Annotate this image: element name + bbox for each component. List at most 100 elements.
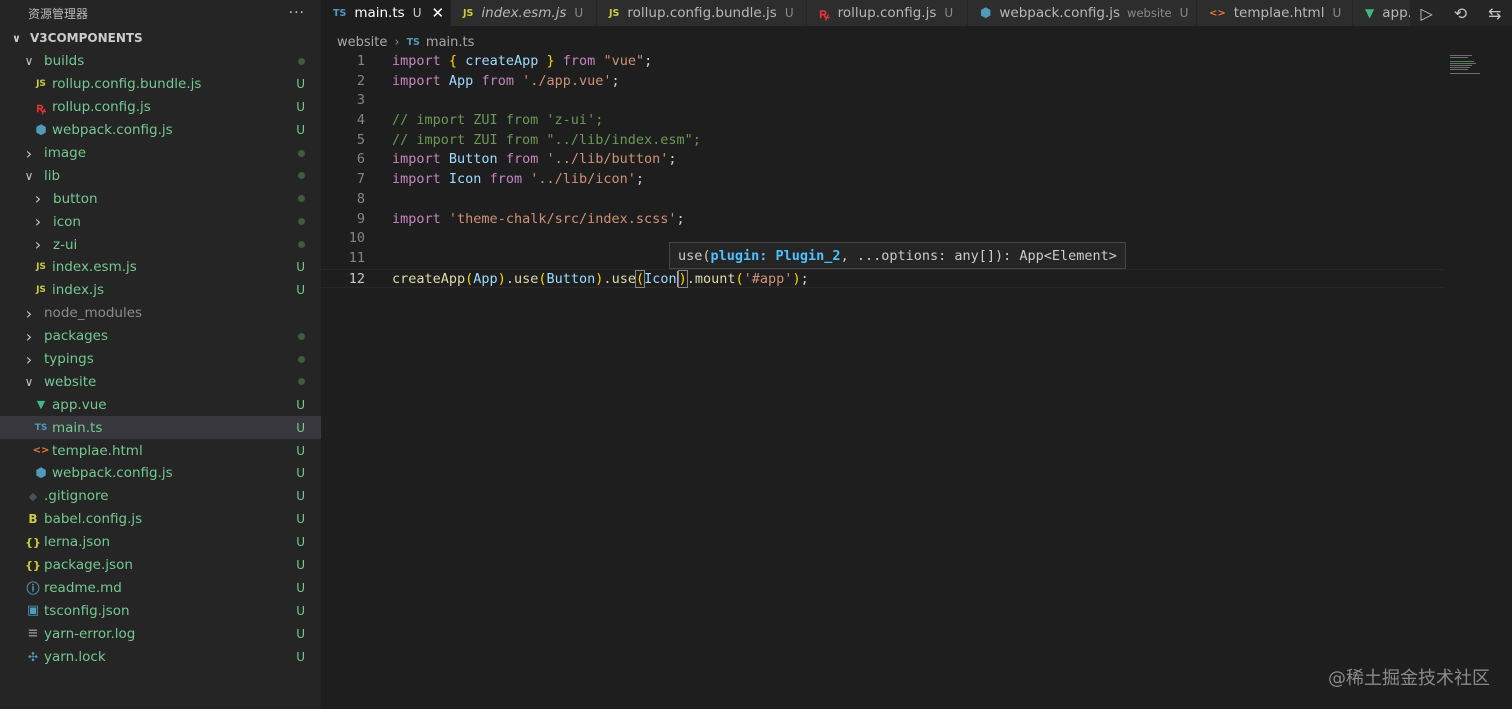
git-status-badge [298,142,305,165]
tree-item-image[interactable]: › image [0,142,321,165]
tree-item-website[interactable]: ∨ website [0,370,321,393]
code-token: '#app' [743,270,793,287]
tab-rollup-config-js[interactable]: ꝶ rollup.config.js U [807,0,968,26]
tree-item-typings[interactable]: › typings [0,348,321,371]
chevron-right-icon: › [34,189,42,209]
tree-item-packages[interactable]: › packages [0,325,321,348]
tab-index-esm-js[interactable]: JS index.esm.js U [451,0,597,26]
tree-item-label: main.ts [52,419,103,436]
watermark: @稀土掘金技术社区 [1328,668,1490,689]
javascript-file-icon: JS [36,285,46,296]
tree-item-webpack-config-js[interactable]: ⬢ webpack.config.js U [0,119,321,142]
line-number: 11 [348,249,365,266]
tree-item-node-modules[interactable]: › node_modules [0,302,321,325]
minimap[interactable] [1444,52,1512,709]
code-line[interactable]: 12 createApp(App).use(Button).use(Icon).m… [321,268,1444,289]
tree-item-button[interactable]: › button [0,187,321,210]
more-actions-button[interactable]: ··· [289,5,305,21]
code-line[interactable]: 5 // import ZUI from "../lib/index.esm"; [321,131,1444,151]
breadcrumb-folder[interactable]: website [337,35,387,50]
code-line[interactable]: 7 import Icon from '../lib/icon'; [321,170,1444,190]
tree-item-builds[interactable]: ∨ builds [0,50,321,73]
close-icon[interactable]: ✕ [431,4,444,22]
git-status-badge: U [296,397,305,412]
tab-rollup-config-bundle-js[interactable]: JS rollup.config.bundle.js U [597,0,807,26]
tree-item-yarn-lock[interactable]: ✣ yarn.lock U [0,645,321,668]
code-token: './app.vue' [522,72,612,89]
line-number: 5 [356,131,365,148]
tree-item-index-js[interactable]: JS index.js U [0,279,321,302]
tab-main-ts[interactable]: TS main.ts U ✕ [321,0,451,26]
tab-templae-html[interactable]: <> templae.html U [1197,0,1353,26]
code-token: Button [546,270,596,287]
code-editor[interactable]: 1 import { createApp } from "vue"; 2 import… [321,52,1444,709]
tree-item-index-esm-js[interactable]: JS index.esm.js U [0,256,321,279]
history-icon[interactable]: ⟲ [1454,4,1467,23]
git-status-badge [298,325,305,348]
typescript-file-icon: TS [34,422,48,433]
tree-item-label: webpack.config.js [52,465,173,482]
code-token: // import ZUI from "../lib/index.esm"; [392,131,701,148]
line-number: 10 [348,230,365,247]
code-token: import [392,53,441,69]
javascript-file-icon: JS [36,79,46,90]
code-line[interactable]: 8 [321,190,1444,210]
tree-item-rollup-config-bundle-js[interactable]: JS rollup.config.bundle.js U [0,73,321,96]
code-token: ; [644,53,653,69]
tree-item-label: lib [44,167,61,184]
tree-item-readme-md[interactable]: ⓘ readme.md U [0,576,321,599]
code-line[interactable]: 1 import { createApp } from "vue"; [321,52,1444,72]
tree-item-main-ts[interactable]: TS main.ts U [0,416,321,440]
git-status-badge [298,233,305,256]
tree-item-lib[interactable]: ∨ lib [0,164,321,187]
git-status-badge: U [296,535,305,550]
code-token: from [562,53,596,69]
tree-item-tsconfig-json[interactable]: ▣ tsconfig.json U [0,599,321,622]
line-number: 2 [356,72,365,89]
run-icon[interactable]: ▷ [1420,4,1432,23]
tree-item-z-ui[interactable]: › z-ui [0,233,321,256]
tree-item-rollup-config-js[interactable]: ꝶ rollup.config.js U [0,96,321,119]
tree-item-templae-html[interactable]: <> templae.html U [0,439,321,462]
chevron-right-icon: › [394,34,400,50]
chevron-down-icon: ∨ [12,31,21,45]
tree-item-app-vue[interactable]: ▼ app.vue U [0,393,321,416]
git-status-badge: U [296,100,305,115]
code-line[interactable]: 9 import 'theme-chalk/src/index.scss'; [321,210,1444,230]
code-line[interactable]: 6 import Button from '../lib/button'; [321,150,1444,170]
tree-item-babel-config-js[interactable]: Bbabel.config.js U [0,508,321,531]
breadcrumb: website › TS main.ts [337,31,474,53]
chevron-right-icon: › [25,349,33,369]
tree-item-label: package.json [44,557,133,574]
git-status-badge: U [296,649,305,664]
tree-item-label: z-ui [53,236,78,253]
tab-webpack-config-js[interactable]: ⬢ webpack.config.js website U [968,0,1197,26]
tree-item-label: index.esm.js [52,259,137,276]
git-status-badge: U [296,466,305,481]
tree-item-webpack-config-js[interactable]: ⬢ webpack.config.js U [0,462,321,485]
code-line[interactable]: 4 // import ZUI from 'z-ui'; [321,111,1444,131]
tree-item-package-json[interactable]: {} package.json U [0,554,321,577]
line-number: 7 [356,171,365,188]
chevron-right-icon: › [25,303,33,323]
code-token: import [392,210,441,227]
breadcrumb-file[interactable]: main.ts [426,35,474,50]
code-token: // import ZUI from 'z-ui'; [392,112,604,129]
log-file-icon: ≡ [27,626,39,642]
webpack-file-icon: ⬢ [35,465,47,481]
workspace-root[interactable]: ∨ V3COMPONENTS [0,26,321,50]
minimap-line [1450,67,1470,68]
tree-item-yarn-error-log[interactable]: ≡ yarn-error.log U [0,622,321,645]
compare-icon[interactable]: ⇆ [1488,4,1501,23]
git-status-badge: U [296,512,305,527]
hover-suffix: , ...options: any[]): App<Element> [840,247,1117,264]
code-line[interactable]: 2 import App from './app.vue'; [321,72,1444,92]
tree-item--gitignore[interactable]: ◆ .gitignore U [0,485,321,508]
code-line[interactable]: 3 [321,91,1444,111]
git-status-badge [298,187,305,210]
tree-item-icon[interactable]: › icon [0,210,321,233]
tree-item-lerna-json[interactable]: {} lerna.json U [0,531,321,554]
